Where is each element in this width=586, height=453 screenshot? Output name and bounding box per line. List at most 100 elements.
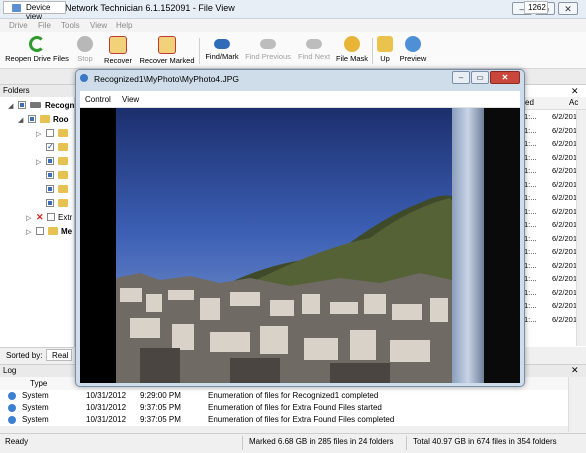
recover-marked-icon: [158, 36, 176, 54]
viewer-menu-view[interactable]: View: [122, 95, 139, 104]
file-modified-cell: 1:...: [524, 166, 537, 175]
folder-icon: [58, 171, 68, 179]
folder-icon: [58, 199, 68, 207]
up-button[interactable]: Up: [375, 34, 395, 66]
info-icon: [8, 404, 16, 412]
tab-file-view[interactable]: 1262: [524, 1, 548, 14]
menu-drive[interactable]: Drive: [9, 21, 28, 30]
file-modified-cell: 1:...: [524, 220, 537, 229]
folder-icon: [48, 227, 58, 235]
files-scrollbar[interactable]: [576, 110, 586, 346]
file-modified-cell: 1:...: [524, 112, 537, 121]
status-ready: Ready: [5, 437, 29, 446]
device-icon: [12, 4, 21, 12]
reopen-drive-files-button[interactable]: Reopen Drive Files: [4, 34, 70, 66]
log-row[interactable]: System 10/31/2012 9:37:05 PM Enumeration…: [0, 414, 568, 426]
folder-up-icon: [377, 36, 393, 52]
tree-node[interactable]: [0, 169, 74, 183]
file-modified-cell: 1:...: [524, 247, 537, 256]
tree-node[interactable]: [0, 197, 74, 211]
viewer-minimize-button[interactable]: –: [452, 71, 470, 84]
close-icon[interactable]: ✕: [571, 365, 579, 376]
tree-node-recognized[interactable]: ◢ Recogn: [0, 99, 74, 113]
status-separator: [406, 436, 407, 450]
file-modified-cell: 1:...: [524, 125, 537, 135]
folder-icon: [58, 157, 68, 165]
tree-node-extra-found[interactable]: ▷ ✕ Extr: [0, 211, 74, 225]
find-next-button[interactable]: Find Next: [296, 34, 332, 66]
node-checkbox[interactable]: [36, 227, 44, 235]
sort-real-tab[interactable]: Real: [46, 349, 72, 361]
collapse-icon[interactable]: ◢: [8, 102, 13, 110]
collapse-icon[interactable]: ◢: [18, 116, 23, 124]
log-row[interactable]: System 10/31/2012 9:37:05 PM Enumeration…: [0, 402, 568, 414]
menu-bar: Drive File Tools View Help: [0, 19, 586, 32]
recover-marked-button[interactable]: Recover Marked: [138, 34, 196, 66]
expand-icon[interactable]: ▷: [36, 130, 41, 138]
tab-device-view[interactable]: Device view: [3, 1, 66, 21]
close-button[interactable]: ✕: [558, 2, 578, 15]
folders-tree: ◢ Recogn ◢ Roo ▷ ▷ ▷ ✕ Extr: [0, 97, 75, 347]
preview-icon: [405, 36, 421, 52]
node-checkbox[interactable]: [46, 157, 54, 165]
file-modified-cell: 1:...: [524, 139, 537, 148]
recover-icon: [109, 36, 127, 54]
preview-button[interactable]: Preview: [398, 34, 428, 66]
expand-icon[interactable]: ▷: [26, 214, 31, 222]
expand-icon[interactable]: ▷: [26, 228, 31, 236]
file-modified-cell: 1:...: [524, 301, 537, 310]
files-list-header: ed Ac: [523, 97, 586, 110]
stop-button[interactable]: Stop: [74, 34, 96, 66]
tree-node[interactable]: [0, 141, 74, 155]
expand-icon[interactable]: ▷: [36, 158, 41, 166]
folder-icon: [58, 143, 68, 151]
node-checkbox[interactable]: [46, 129, 54, 137]
file-mask-button[interactable]: File Mask: [335, 34, 369, 66]
photo-preview: [80, 108, 520, 383]
tree-node[interactable]: ▷: [0, 127, 74, 141]
node-checkbox[interactable]: [46, 199, 54, 207]
folders-pane-header: Folders: [0, 85, 70, 97]
node-checkbox[interactable]: [46, 142, 54, 151]
node-checkbox[interactable]: [28, 115, 36, 123]
viewer-title: Recognized1\MyPhoto\MyPhoto4.JPG: [94, 74, 240, 84]
viewer-app-icon: [80, 74, 88, 82]
toolbar-separator: [372, 38, 373, 64]
file-modified-cell: 1:...: [524, 287, 537, 297]
binoculars-icon: [214, 39, 230, 49]
tree-node[interactable]: ▷: [0, 155, 74, 169]
menu-tools[interactable]: Tools: [61, 21, 80, 30]
menu-help[interactable]: Help: [116, 21, 132, 30]
node-checkbox[interactable]: [47, 213, 55, 221]
file-modified-cell: 1:...: [524, 233, 537, 243]
node-checkbox[interactable]: [46, 171, 54, 179]
find-mark-button[interactable]: Find/Mark: [203, 34, 241, 66]
find-previous-button[interactable]: Find Previous: [244, 34, 292, 66]
tree-node-root[interactable]: ◢ Roo: [0, 113, 74, 127]
refresh-icon: [29, 36, 45, 52]
node-checkbox[interactable]: [46, 185, 54, 193]
status-total: Total 40.97 GB in 674 files in 354 folde…: [413, 437, 557, 446]
node-checkbox[interactable]: [18, 101, 26, 109]
menu-view[interactable]: View: [90, 21, 107, 30]
file-modified-cell: 1:...: [524, 193, 537, 202]
log-scrollbar[interactable]: [568, 377, 586, 432]
recover-button[interactable]: Recover: [101, 34, 135, 66]
info-icon: [8, 416, 16, 424]
folder-icon: [58, 129, 68, 137]
status-bar: Ready Marked 6.68 GB in 285 files in 24 …: [0, 433, 586, 453]
menu-file[interactable]: File: [38, 21, 51, 30]
tree-node-metafiles[interactable]: ▷ Me: [0, 225, 74, 239]
status-marked: Marked 6.68 GB in 285 files in 24 folder…: [249, 437, 394, 446]
binoculars-next-icon: [306, 39, 322, 49]
viewer-close-button[interactable]: ✕: [490, 71, 520, 84]
tree-node[interactable]: [0, 183, 74, 197]
viewer-menu-control[interactable]: Control: [85, 95, 111, 104]
file-mask-icon: [344, 36, 360, 52]
folder-icon: [40, 115, 50, 123]
viewer-maximize-button[interactable]: ▭: [471, 71, 489, 84]
close-icon[interactable]: ✕: [571, 86, 579, 97]
info-icon: [8, 392, 16, 400]
log-row[interactable]: System 10/31/2012 9:29:00 PM Enumeration…: [0, 390, 568, 402]
file-modified-cell: 1:...: [524, 206, 537, 216]
